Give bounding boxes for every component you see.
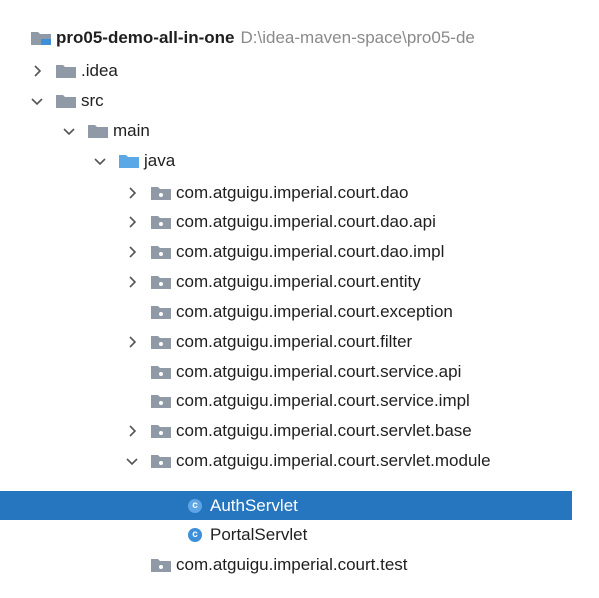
tree-item-package[interactable]: com.atguigu.imperial.court.service.api: [0, 357, 572, 386]
tree-item-label: com.atguigu.imperial.court.service.api: [176, 361, 462, 381]
chevron-down-icon[interactable]: [93, 153, 107, 169]
tree-item-package[interactable]: com.atguigu.imperial.court.test: [0, 550, 572, 579]
chevron-right-icon[interactable]: [125, 214, 139, 230]
tree-item-package[interactable]: com.atguigu.imperial.court.dao: [0, 178, 572, 207]
project-root-row[interactable]: pro05-demo-all-in-one D:\idea-maven-spac…: [0, 23, 572, 52]
tree-item-label: com.atguigu.imperial.court.filter: [176, 331, 413, 351]
chevron-right-icon[interactable]: [125, 274, 139, 290]
tree-item-src[interactable]: src: [0, 86, 572, 115]
tree-item-label: com.atguigu.imperial.court.test: [176, 554, 408, 574]
tree-item-label: com.atguigu.imperial.court.servlet.base: [176, 420, 472, 440]
class-icon: c: [188, 527, 202, 542]
tree-item-class-selected[interactable]: c AuthServlet: [0, 491, 572, 520]
tree-item-class[interactable]: c PortalServlet: [0, 520, 572, 549]
tree-item-label: AuthServlet: [210, 495, 298, 515]
tree-item-idea[interactable]: .idea: [0, 56, 572, 85]
tree-item-label: com.atguigu.imperial.court.service.impl: [176, 390, 470, 410]
package-icon: [151, 394, 171, 408]
folder-icon: [88, 124, 108, 138]
chevron-down-icon[interactable]: [125, 453, 139, 469]
tree-item-label: src: [81, 90, 104, 110]
package-icon: [151, 335, 171, 349]
class-icon: c: [188, 498, 202, 513]
tree-item-main[interactable]: main: [0, 116, 572, 145]
package-icon: [151, 454, 171, 468]
chevron-down-icon[interactable]: [62, 123, 76, 139]
tree-item-package[interactable]: com.atguigu.imperial.court.servlet.modul…: [0, 446, 572, 475]
tree-item-java[interactable]: java: [0, 146, 572, 175]
tree-item-label: com.atguigu.imperial.court.entity: [176, 271, 421, 291]
package-icon: [151, 558, 171, 572]
tree-item-label: com.atguigu.imperial.court.dao.impl: [176, 241, 445, 261]
project-name: pro05-demo-all-in-one: [56, 27, 235, 47]
chevron-right-icon[interactable]: [125, 334, 139, 350]
package-icon: [151, 245, 171, 259]
tree-item-package[interactable]: com.atguigu.imperial.court.dao.impl: [0, 237, 572, 266]
package-icon: [151, 215, 171, 229]
tree-item-label: PortalServlet: [210, 524, 308, 544]
folder-icon: [56, 64, 76, 78]
tree-item-package[interactable]: com.atguigu.imperial.court.filter: [0, 327, 572, 356]
tree-item-package[interactable]: com.atguigu.imperial.court.service.impl: [0, 386, 572, 415]
tree-item-package[interactable]: com.atguigu.imperial.court.dao.api: [0, 207, 572, 236]
tree-item-package[interactable]: com.atguigu.imperial.court.entity: [0, 267, 572, 296]
package-icon: [151, 275, 171, 289]
tree-item-label: .idea: [81, 60, 118, 80]
tree-item-label: com.atguigu.imperial.court.dao: [176, 182, 409, 202]
tree-item-label: main: [113, 120, 150, 140]
folder-icon: [56, 94, 76, 108]
package-icon: [151, 365, 171, 379]
tree-item-label: java: [144, 150, 176, 170]
chevron-down-icon[interactable]: [30, 93, 44, 109]
chevron-right-icon[interactable]: [125, 423, 139, 439]
package-icon: [151, 424, 171, 438]
module-folder-icon: [31, 31, 51, 45]
chevron-right-icon[interactable]: [125, 244, 139, 260]
tree-item-package[interactable]: com.atguigu.imperial.court.servlet.base: [0, 416, 572, 445]
project-path: D:\idea-maven-space\pro05-de: [240, 27, 475, 47]
tree-item-package[interactable]: com.atguigu.imperial.court.exception: [0, 297, 572, 326]
chevron-right-icon[interactable]: [125, 185, 139, 201]
package-icon: [151, 305, 171, 319]
tree-item-label: com.atguigu.imperial.court.servlet.modul…: [176, 450, 491, 470]
project-tree: pro05-demo-all-in-one D:\idea-maven-spac…: [0, 0, 599, 598]
chevron-right-icon[interactable]: [30, 63, 44, 79]
tree-item-label: com.atguigu.imperial.court.dao.api: [176, 211, 436, 231]
package-icon: [151, 186, 171, 200]
source-folder-icon: [119, 154, 139, 168]
tree-item-label: com.atguigu.imperial.court.exception: [176, 301, 453, 321]
